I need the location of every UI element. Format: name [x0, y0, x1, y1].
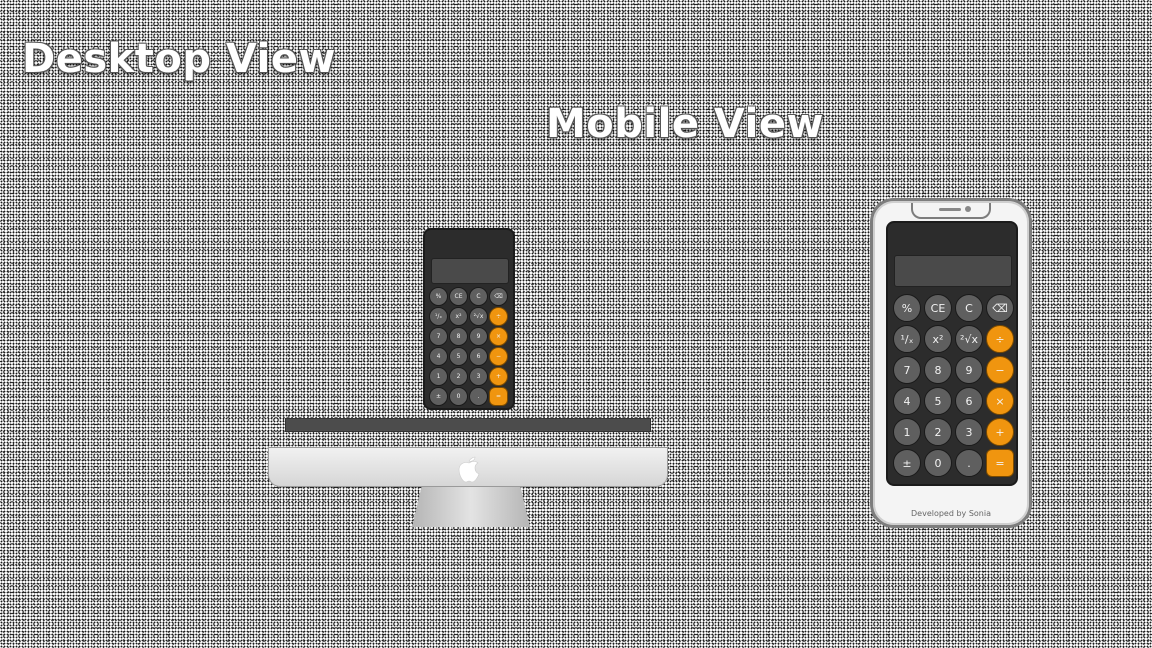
mobile-key-6[interactable]: 6: [955, 387, 983, 415]
desktop-key-add[interactable]: +: [489, 367, 508, 386]
mobile-key-2[interactable]: 2: [924, 418, 952, 446]
mobile-key-backspace[interactable]: ⌫: [986, 294, 1014, 322]
phone-notch: [911, 203, 991, 219]
desktop-view-heading: Desktop View: [22, 36, 336, 82]
desktop-key-clear-entry[interactable]: CE: [449, 287, 468, 306]
mobile-key-1[interactable]: 1: [893, 418, 921, 446]
mobile-key-clear-entry[interactable]: CE: [924, 294, 952, 322]
desktop-keypad: % CE C ⌫ ¹/ₓ x² ²√x ÷ 7 8 9 × 4 5 6− 1 2 3 + ±0. =: [429, 287, 508, 406]
mobile-key-0[interactable]: 0: [924, 449, 952, 477]
desktop-key-square[interactable]: x²: [449, 307, 468, 326]
developer-credit: Developed by Sonia: [911, 509, 991, 518]
monitor-chin: [268, 447, 668, 487]
desktop-key-7[interactable]: 7: [429, 327, 448, 346]
mobile-key-4[interactable]: 4: [893, 387, 921, 415]
mobile-key-9[interactable]: 9: [955, 356, 983, 384]
monitor-stand: [412, 487, 530, 527]
mobile-key-7[interactable]: 7: [893, 356, 921, 384]
apple-logo-icon: [458, 456, 480, 483]
desktop-key-8[interactable]: 8: [449, 327, 468, 346]
desktop-key-2[interactable]: 2: [449, 367, 468, 386]
mobile-key-8[interactable]: 8: [924, 356, 952, 384]
desktop-key-1[interactable]: 1: [429, 367, 448, 386]
mobile-key-multiply[interactable]: ×: [986, 387, 1014, 415]
mobile-key-3[interactable]: 3: [955, 418, 983, 446]
desktop-key-0[interactable]: 0: [449, 387, 468, 406]
desktop-key-5[interactable]: 5: [449, 347, 468, 366]
phone-frame: % CE C ⌫ ¹/ₓ x² ²√x ÷ 7 8 9− 4 5 6 × 1 2 3 + ±0. = Developed…: [870, 198, 1032, 528]
mobile-key-5[interactable]: 5: [924, 387, 952, 415]
desktop-calculator-display: [431, 258, 509, 284]
speaker-icon: [939, 208, 961, 211]
mobile-calculator: % CE C ⌫ ¹/ₓ x² ²√x ÷ 7 8 9− 4 5 6 × 1 2 3 + ±0. =: [886, 221, 1018, 486]
desktop-key-negate[interactable]: ±: [429, 387, 448, 406]
mobile-key-negate[interactable]: ±: [893, 449, 921, 477]
mobile-key-add[interactable]: +: [986, 418, 1014, 446]
mobile-key-square[interactable]: x²: [924, 325, 952, 353]
desktop-key-reciprocal[interactable]: ¹/ₓ: [429, 307, 448, 326]
desktop-key-square-root[interactable]: ²√x: [469, 307, 488, 326]
mobile-key-subtract[interactable]: −: [986, 356, 1014, 384]
desktop-key-4[interactable]: 4: [429, 347, 448, 366]
mobile-view-heading: Mobile View: [546, 101, 824, 147]
mobile-key-divide[interactable]: ÷: [986, 325, 1014, 353]
mobile-calculator-display: [894, 255, 1012, 287]
desktop-key-divide[interactable]: ÷: [489, 307, 508, 326]
desktop-key-3[interactable]: 3: [469, 367, 488, 386]
desktop-key-6[interactable]: 6: [469, 347, 488, 366]
desktop-key-percent[interactable]: %: [429, 287, 448, 306]
desktop-key-subtract[interactable]: −: [489, 347, 508, 366]
mobile-keypad: % CE C ⌫ ¹/ₓ x² ²√x ÷ 7 8 9− 4 5 6 × 1 2 3 + ±0. =: [893, 294, 1014, 477]
desktop-key-clear[interactable]: C: [469, 287, 488, 306]
camera-icon: [965, 206, 971, 212]
desktop-calculator: % CE C ⌫ ¹/ₓ x² ²√x ÷ 7 8 9 × 4 5 6− 1 2 3 + ±0. =: [423, 228, 515, 410]
mobile-key-decimal[interactable]: .: [955, 449, 983, 477]
monitor-bottom-bezel: [285, 418, 651, 432]
mobile-key-square-root[interactable]: ²√x: [955, 325, 983, 353]
desktop-key-equals[interactable]: =: [489, 387, 508, 406]
desktop-key-9[interactable]: 9: [469, 327, 488, 346]
desktop-key-backspace[interactable]: ⌫: [489, 287, 508, 306]
desktop-key-decimal[interactable]: .: [469, 387, 488, 406]
mobile-key-percent[interactable]: %: [893, 294, 921, 322]
mobile-key-reciprocal[interactable]: ¹/ₓ: [893, 325, 921, 353]
mobile-key-clear[interactable]: C: [955, 294, 983, 322]
desktop-key-multiply[interactable]: ×: [489, 327, 508, 346]
mobile-key-equals[interactable]: =: [986, 449, 1014, 477]
